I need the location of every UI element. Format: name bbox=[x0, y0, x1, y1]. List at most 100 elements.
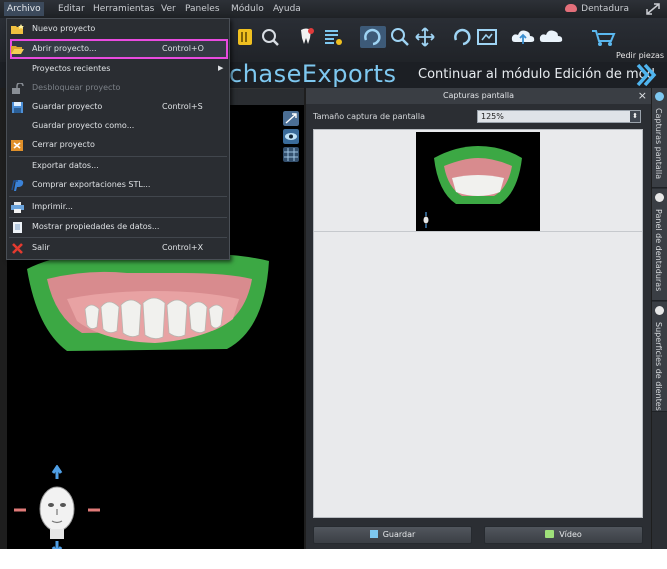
exit-x-icon bbox=[12, 243, 23, 254]
menu-item-shortcut: Control+X bbox=[162, 243, 204, 252]
tab-denture-panel[interactable]: Panel de dentaduras bbox=[652, 189, 667, 301]
printer-icon bbox=[11, 202, 24, 213]
menu-item-label: Mostrar propiedades de datos... bbox=[32, 222, 160, 231]
paypal-icon bbox=[11, 180, 24, 191]
head-orientation-widget[interactable] bbox=[12, 465, 102, 555]
screenshots-panel: Capturas pantalla × Tamaño captura de pa… bbox=[306, 88, 651, 549]
menu-item-export-data[interactable]: Exportar datos... bbox=[7, 157, 229, 176]
tab-screenshots[interactable]: Capturas pantalla bbox=[652, 88, 667, 188]
tooth-pin-icon[interactable] bbox=[295, 26, 317, 48]
close-project-icon bbox=[11, 140, 23, 151]
panel-title: Capturas pantalla bbox=[306, 88, 651, 104]
menu-modulo[interactable]: Módulo bbox=[228, 2, 267, 16]
screenshot-thumbnail[interactable] bbox=[416, 132, 540, 231]
rotate-icon[interactable] bbox=[360, 26, 386, 48]
menu-item-label: Exportar datos... bbox=[32, 161, 99, 170]
menu-editar[interactable]: Editar bbox=[55, 2, 88, 16]
menu-item-label: Abrir proyecto... bbox=[32, 44, 97, 53]
chevron-right-icon[interactable] bbox=[633, 62, 659, 88]
cart-icon[interactable] bbox=[590, 26, 616, 48]
fullscreen-icon[interactable] bbox=[645, 2, 661, 16]
tooth-icon bbox=[655, 306, 664, 315]
menu-item-label: Nuevo proyecto bbox=[32, 24, 96, 33]
side-tab-bar: Capturas pantalla Panel de dentaduras Su… bbox=[652, 88, 667, 549]
menu-item-save-project[interactable]: Guardar proyecto Control+S bbox=[7, 98, 229, 117]
folder-new-icon bbox=[11, 24, 24, 34]
screenshot-size-value: 125% bbox=[481, 112, 504, 121]
pan-icon[interactable] bbox=[414, 26, 436, 48]
eye-icon[interactable] bbox=[283, 129, 299, 144]
tab-screenshots-label: Capturas pantalla bbox=[654, 108, 663, 180]
menu-item-label: Cerrar proyecto bbox=[32, 140, 95, 149]
spinner-arrows-icon[interactable]: ⬍ bbox=[630, 111, 640, 122]
zoom-inspect-icon[interactable] bbox=[259, 26, 281, 48]
denture-panel-icon bbox=[655, 193, 664, 202]
menu-item-label: Desbloquear proyecto bbox=[32, 83, 121, 92]
video-button-label: Vídeo bbox=[559, 530, 582, 539]
menu-item-open-project[interactable]: Abrir proyecto... Control+O bbox=[7, 40, 229, 59]
cloud-icon[interactable] bbox=[538, 26, 564, 48]
screenshot-size-label: Tamaño captura de pantalla bbox=[313, 112, 425, 121]
application-window: Archivo Editar Herramientas Ver Paneles … bbox=[0, 0, 667, 569]
menu-item-label: Guardar proyecto bbox=[32, 102, 103, 111]
menu-item-data-properties[interactable]: Mostrar propiedades de datos... bbox=[7, 218, 229, 237]
continue-module-link[interactable]: Continuar al módulo Edición de mod bbox=[418, 67, 655, 82]
tab-denture-panel-label: Panel de dentaduras bbox=[654, 209, 663, 292]
menu-item-label: Comprar exportaciones STL... bbox=[32, 180, 151, 189]
unlock-icon bbox=[12, 83, 24, 94]
gallery-item[interactable] bbox=[314, 130, 642, 232]
submenu-arrow-icon: ▶ bbox=[218, 64, 224, 72]
camera-icon bbox=[655, 92, 664, 101]
denture-model[interactable] bbox=[7, 239, 304, 409]
screenshot-gallery[interactable] bbox=[313, 129, 643, 518]
menu-separator bbox=[9, 237, 227, 238]
tab-tooth-surfaces[interactable]: Superficies de dientes bbox=[652, 302, 667, 412]
folder-open-icon bbox=[11, 46, 24, 54]
screenshot-size-select[interactable]: 125% ⬍ bbox=[477, 110, 641, 123]
menu-ayuda[interactable]: Ayuda bbox=[270, 2, 304, 16]
menu-separator bbox=[9, 196, 227, 197]
screenshot-icon[interactable] bbox=[476, 26, 498, 48]
menu-item-recent-projects[interactable]: Proyectos recientes ▶ bbox=[7, 60, 229, 79]
menu-bar: Archivo Editar Herramientas Ver Paneles … bbox=[0, 0, 667, 18]
close-icon[interactable]: × bbox=[638, 88, 647, 104]
settings-list-icon[interactable] bbox=[322, 26, 344, 48]
menu-item-shortcut: Control+S bbox=[162, 102, 203, 111]
save-button-label: Guardar bbox=[382, 530, 416, 539]
denture-mode-label[interactable]: Dentadura bbox=[581, 2, 629, 16]
floppy-icon bbox=[369, 530, 378, 538]
brand-o-mark: o bbox=[347, 60, 364, 88]
menu-item-label: Salir bbox=[32, 243, 50, 252]
menu-item-label: Proyectos recientes bbox=[32, 64, 111, 73]
reset-view-icon[interactable] bbox=[451, 26, 473, 48]
menu-item-shortcut: Control+O bbox=[162, 44, 204, 53]
ruler-icon[interactable] bbox=[234, 26, 256, 48]
video-icon bbox=[545, 530, 555, 538]
grid-icon[interactable] bbox=[283, 147, 299, 162]
menu-item-unlock-project[interactable]: Desbloquear proyecto bbox=[7, 79, 229, 98]
zoom-icon[interactable] bbox=[389, 26, 411, 48]
video-button[interactable]: Vídeo bbox=[484, 526, 643, 544]
menu-herramientas[interactable]: Herramientas bbox=[90, 2, 157, 16]
floppy-icon bbox=[12, 102, 23, 113]
brand-title-head: chaseExp bbox=[229, 60, 348, 88]
menu-item-new-project[interactable]: Nuevo proyecto bbox=[7, 20, 229, 39]
save-screenshot-button[interactable]: Guardar bbox=[313, 526, 472, 544]
menu-item-print[interactable]: Imprimir... bbox=[7, 198, 229, 217]
measure-icon[interactable] bbox=[283, 111, 299, 126]
order-parts-label[interactable]: Pedir piezas bbox=[616, 51, 664, 60]
menu-item-exit[interactable]: Salir Control+X bbox=[7, 239, 229, 258]
menu-item-save-project-as[interactable]: Guardar proyecto como... bbox=[7, 117, 229, 136]
status-bar bbox=[0, 549, 667, 569]
menu-item-label: Imprimir... bbox=[32, 202, 73, 211]
menu-archivo[interactable]: Archivo bbox=[4, 2, 44, 16]
menu-paneles[interactable]: Paneles bbox=[182, 2, 223, 16]
menu-item-label: Guardar proyecto como... bbox=[32, 121, 135, 130]
menu-item-buy-stl-exports[interactable]: Comprar exportaciones STL... bbox=[7, 176, 229, 195]
menu-item-close-project[interactable]: Cerrar proyecto bbox=[7, 136, 229, 155]
denture-icon bbox=[565, 4, 577, 12]
tab-tooth-surfaces-label: Superficies de dientes bbox=[654, 322, 663, 411]
cloud-upload-icon[interactable] bbox=[510, 26, 536, 48]
brand-title: chaseExports bbox=[229, 60, 396, 88]
menu-ver[interactable]: Ver bbox=[158, 2, 179, 16]
